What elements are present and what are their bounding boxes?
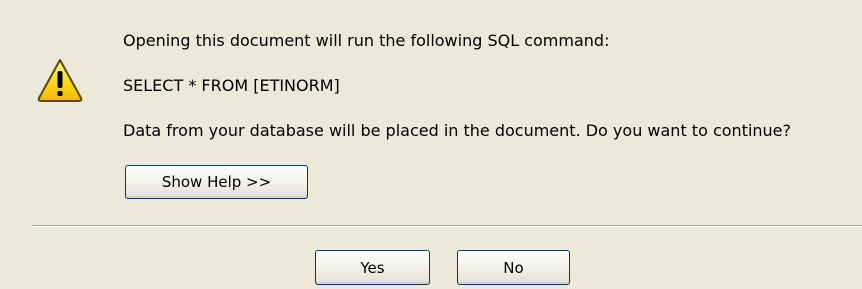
- show-help-button[interactable]: Show Help >>: [125, 165, 308, 199]
- sql-command-text: SELECT * FROM [ETINORM]: [123, 76, 340, 95]
- separator: [32, 225, 862, 227]
- warning-icon: [36, 56, 84, 104]
- message-text: Opening this document will run the follo…: [123, 31, 610, 50]
- sql-warning-dialog: Opening this document will run the follo…: [0, 0, 862, 289]
- continue-question-text: Data from your database will be placed i…: [123, 121, 792, 140]
- no-button[interactable]: No: [457, 250, 570, 285]
- yes-button[interactable]: Yes: [315, 250, 430, 285]
